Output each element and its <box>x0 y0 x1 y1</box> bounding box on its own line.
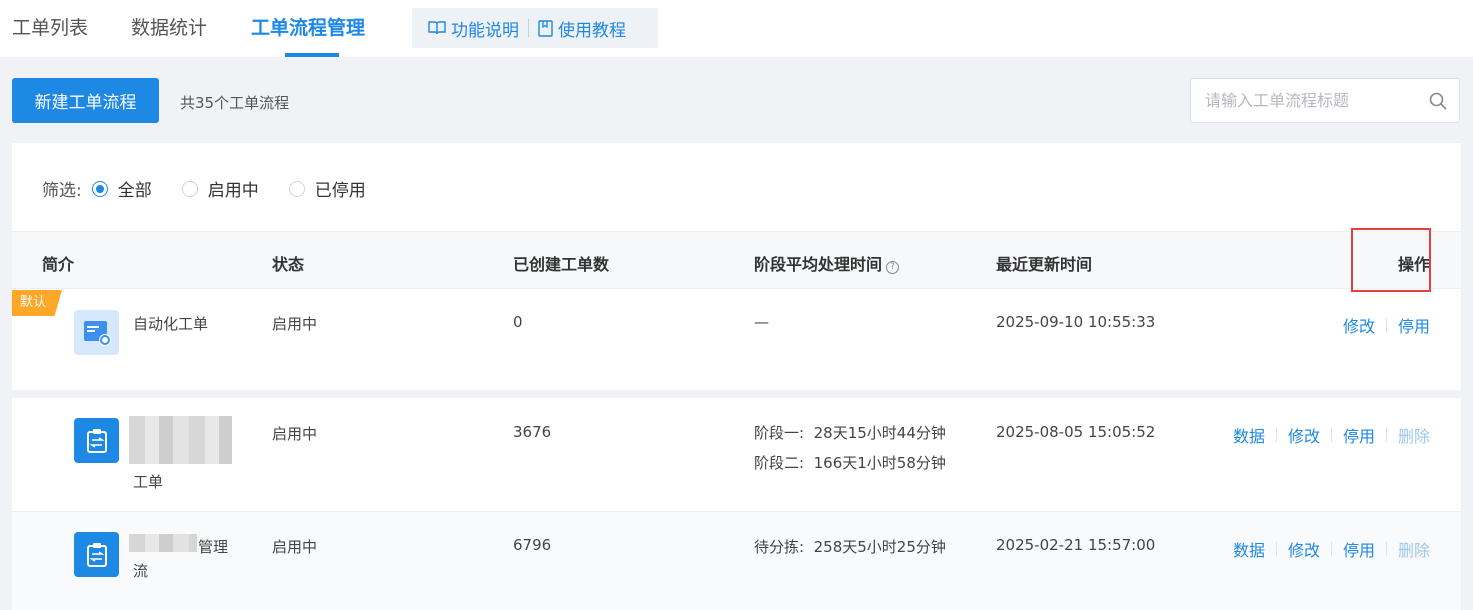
edit-button[interactable]: 修改 <box>1343 313 1375 337</box>
book-icon <box>428 21 446 35</box>
edit-button[interactable]: 修改 <box>1288 423 1320 447</box>
help-divider <box>528 19 529 37</box>
created-count: 3676 <box>513 423 552 441</box>
action-divider <box>1275 428 1277 442</box>
tab-workflow-management[interactable]: 工单流程管理 <box>251 14 365 54</box>
workflow-icon <box>74 310 119 355</box>
table-row: 工单 启用中 3676 阶段一: 28天15小时44分钟 阶段二: 166天1小… <box>12 398 1461 511</box>
active-tab-indicator <box>285 53 339 57</box>
stage-value: 258天5小时25分钟 <box>813 538 946 556</box>
table-row: 管理 流 启用中 6796 待分拣: 258天5小时25分钟 2025-02-2… <box>12 512 1461 610</box>
filter-label: 筛选: <box>42 181 82 201</box>
new-workflow-button[interactable]: 新建工单流程 <box>12 78 159 123</box>
auto-ticket-icon <box>83 320 111 346</box>
workflow-table: 筛选: 全部 启用中 已停用 简介 状态 已创建工单数 阶段平均处理时间? 最近… <box>12 143 1461 390</box>
radio-checked-icon <box>91 180 108 197</box>
help-icon[interactable]: ? <box>886 261 900 274</box>
workflow-table-continued: 工单 启用中 3676 阶段一: 28天15小时44分钟 阶段二: 166天1小… <box>12 398 1461 610</box>
disable-button[interactable]: 停用 <box>1398 313 1430 337</box>
updated-time: 2025-02-21 15:57:00 <box>996 536 1156 554</box>
data-button[interactable]: 数据 <box>1233 537 1265 561</box>
feature-desc-link[interactable]: 功能说明 <box>428 16 519 41</box>
action-divider <box>1330 542 1332 556</box>
radio-icon <box>181 180 198 197</box>
stage-label: 阶段一: <box>754 424 805 442</box>
disable-button[interactable]: 停用 <box>1343 537 1375 561</box>
filter-option-enabled[interactable]: 启用中 <box>181 176 259 201</box>
table-header: 简介 状态 已创建工单数 阶段平均处理时间? 最近更新时间 操作 <box>12 228 1461 292</box>
header-avg-time-label: 阶段平均处理时间 <box>754 255 883 274</box>
tab-statistics[interactable]: 数据统计 <box>131 14 207 54</box>
filter-option-label: 全部 <box>117 181 152 201</box>
header-avg-time: 阶段平均处理时间? <box>754 251 900 275</box>
filter-option-all[interactable]: 全部 <box>91 176 152 201</box>
workflow-status: 启用中 <box>272 538 318 556</box>
header-created: 已创建工单数 <box>513 255 610 274</box>
stage-line: 待分拣: 258天5小时25分钟 <box>754 532 946 562</box>
document-icon <box>538 19 553 37</box>
workflow-icon <box>74 418 119 463</box>
action-divider <box>1385 542 1387 556</box>
tutorial-label: 使用教程 <box>558 20 626 41</box>
ops-highlight-box <box>1351 228 1431 292</box>
filter-option-disabled[interactable]: 已停用 <box>288 176 366 201</box>
workflow-name-line2: 流 <box>133 562 149 580</box>
filter-option-label: 已停用 <box>314 181 366 201</box>
clipboard-icon <box>86 542 107 567</box>
search-input[interactable] <box>1205 79 1425 122</box>
workflow-count: 共35个工单流程 <box>180 94 290 112</box>
workflow-name[interactable]: 工单 <box>133 471 163 492</box>
header-status: 状态 <box>272 255 305 274</box>
avg-time: — <box>754 313 769 331</box>
blurred-name <box>129 416 232 464</box>
search-box <box>1190 78 1460 123</box>
workflow-status: 启用中 <box>272 315 318 333</box>
workflow-name[interactable]: 管理 <box>198 536 228 557</box>
created-count: 6796 <box>513 536 552 554</box>
table-row: 自动化工单 启用中 0 — 2025-09-10 10:55:33 修改 停用 <box>12 289 1461 389</box>
action-divider <box>1385 318 1387 332</box>
clipboard-icon <box>86 428 107 453</box>
updated-time: 2025-09-10 10:55:33 <box>996 313 1156 331</box>
stage-value: 28天15小时44分钟 <box>813 424 946 442</box>
stage-value: 166天1小时58分钟 <box>813 454 946 472</box>
stage-label: 待分拣: <box>754 538 805 556</box>
created-count: 0 <box>513 313 523 331</box>
feature-desc-label: 功能说明 <box>451 20 519 41</box>
tutorial-link[interactable]: 使用教程 <box>538 16 626 41</box>
stage-times: 阶段一: 28天15小时44分钟 阶段二: 166天1小时58分钟 <box>754 418 946 478</box>
filter-option-label: 启用中 <box>207 181 259 201</box>
blurred-name <box>129 534 197 552</box>
action-divider <box>1330 428 1332 442</box>
row-actions: 修改 停用 <box>1343 313 1430 337</box>
data-button[interactable]: 数据 <box>1233 423 1265 447</box>
delete-button[interactable]: 删除 <box>1398 537 1430 561</box>
search-icon[interactable] <box>1429 92 1447 110</box>
top-nav: 工单列表 数据统计 工单流程管理 功能说明 使用教程 <box>0 0 1473 57</box>
row-actions: 数据 修改 停用 删除 <box>1233 537 1430 561</box>
action-divider <box>1275 542 1277 556</box>
help-links: 功能说明 使用教程 <box>412 8 658 48</box>
disable-button[interactable]: 停用 <box>1343 423 1375 447</box>
header-updated: 最近更新时间 <box>996 255 1093 274</box>
row-actions: 数据 修改 停用 删除 <box>1233 423 1430 447</box>
stage-line: 阶段一: 28天15小时44分钟 <box>754 418 946 448</box>
workflow-name[interactable]: 自动化工单 <box>133 313 208 334</box>
stage-line: 阶段二: 166天1小时58分钟 <box>754 448 946 478</box>
status-filter: 筛选: 全部 启用中 已停用 <box>42 176 396 201</box>
updated-time: 2025-08-05 15:05:52 <box>996 423 1156 441</box>
header-intro: 简介 <box>42 255 75 274</box>
workflow-icon <box>74 532 119 577</box>
stage-times: 待分拣: 258天5小时25分钟 <box>754 532 946 562</box>
radio-icon <box>288 180 305 197</box>
workflow-status: 启用中 <box>272 425 318 443</box>
action-divider <box>1385 428 1387 442</box>
stage-label: 阶段二: <box>754 454 805 472</box>
delete-button[interactable]: 删除 <box>1398 423 1430 447</box>
edit-button[interactable]: 修改 <box>1288 537 1320 561</box>
tab-ticket-list[interactable]: 工单列表 <box>12 14 88 54</box>
